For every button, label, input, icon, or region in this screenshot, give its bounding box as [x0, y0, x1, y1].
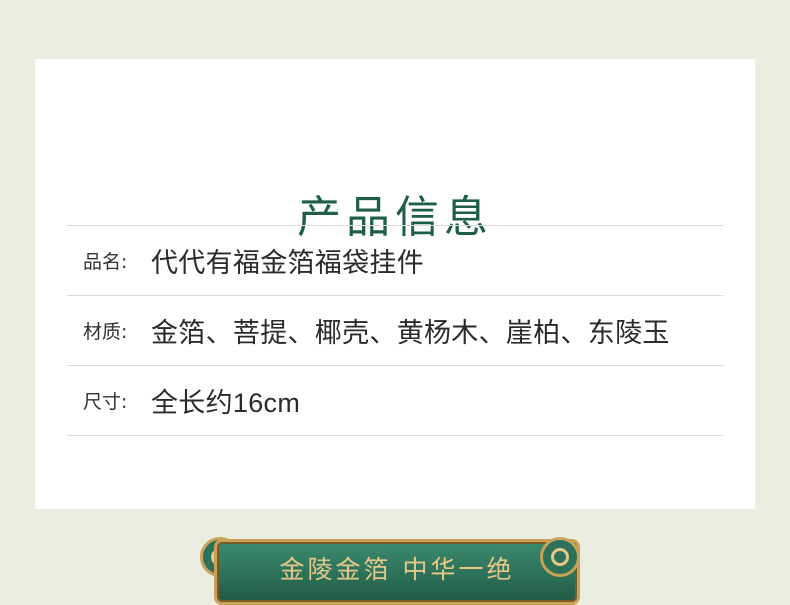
- label-material: 材质:: [83, 321, 128, 343]
- footer-banner: 金陵金箔 中华一绝: [214, 539, 580, 605]
- row-name: 品名: 代代有福金箔福袋挂件: [67, 225, 724, 295]
- label-name: 品名:: [83, 251, 128, 273]
- value-name: 代代有福金箔福袋挂件: [151, 248, 424, 279]
- scroll-ornament-right-icon: [540, 537, 580, 577]
- row-size: 尺寸: 全长约16cm: [67, 365, 724, 436]
- footer-banner-area: 金陵金箔 中华一绝: [0, 525, 790, 605]
- row-material: 材质: 金箔、菩提、椰壳、黄杨木、崖柏、东陵玉: [67, 295, 724, 365]
- banner-text: 金陵金箔 中华一绝: [279, 555, 515, 584]
- value-size: 全长约16cm: [151, 388, 301, 418]
- product-info-table: 品名: 代代有福金箔福袋挂件 材质: 金箔、菩提、椰壳、黄杨木、崖柏、东陵玉 尺…: [67, 225, 724, 436]
- label-size: 尺寸:: [83, 391, 128, 413]
- value-material: 金箔、菩提、椰壳、黄杨木、崖柏、东陵玉: [151, 318, 670, 349]
